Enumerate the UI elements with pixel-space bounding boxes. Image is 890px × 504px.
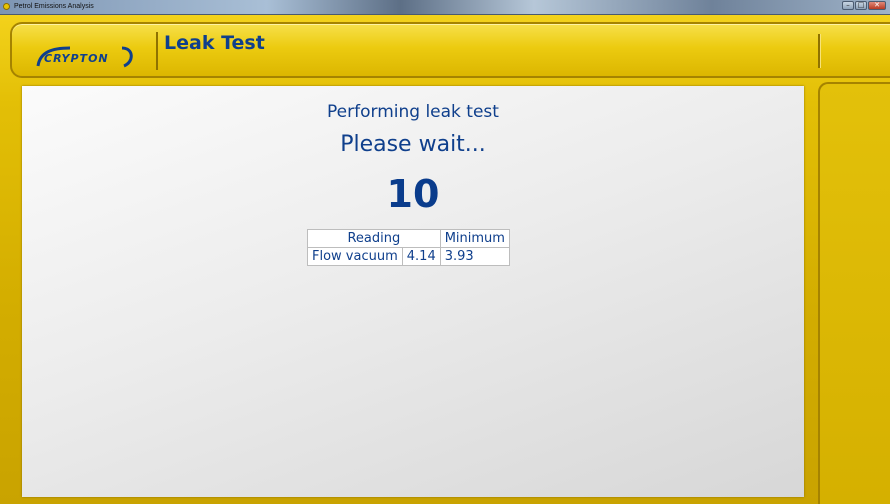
- window-controls: – □ ✕: [842, 1, 886, 12]
- header-separator: [818, 34, 820, 68]
- crypton-logo: CRYPTON: [36, 46, 133, 68]
- page-title: Leak Test: [164, 32, 265, 54]
- minimum-value: 3.93: [439, 247, 510, 266]
- reading-value: 4.14: [401, 247, 441, 266]
- status-message: Performing leak test: [327, 102, 499, 122]
- header-bar: CRYPTON Leak Test: [10, 22, 890, 78]
- main-panel: Performing leak test Please wait... 10 R…: [22, 86, 804, 497]
- countdown-timer: 10: [386, 172, 440, 216]
- close-button[interactable]: ✕: [868, 1, 886, 10]
- column-header-reading: Reading: [307, 229, 441, 248]
- window-title: Petrol Emissions Analysis: [14, 3, 94, 10]
- minimize-button[interactable]: –: [842, 1, 854, 10]
- app-icon: [3, 3, 10, 10]
- wait-message: Please wait...: [340, 132, 486, 157]
- side-panel: [818, 82, 890, 504]
- column-header-minimum: Minimum: [439, 229, 510, 248]
- logo-text: CRYPTON: [44, 52, 109, 65]
- window-title-bar[interactable]: Petrol Emissions Analysis – □ ✕: [0, 0, 890, 15]
- header-divider: [156, 32, 158, 70]
- readings-table: Reading Minimum Flow vacuum 4.14 3.93: [307, 229, 510, 266]
- maximize-button[interactable]: □: [855, 1, 867, 10]
- table-header-row: Reading Minimum: [307, 229, 510, 248]
- row-label: Flow vacuum: [307, 247, 403, 266]
- table-row: Flow vacuum 4.14 3.93: [307, 247, 510, 266]
